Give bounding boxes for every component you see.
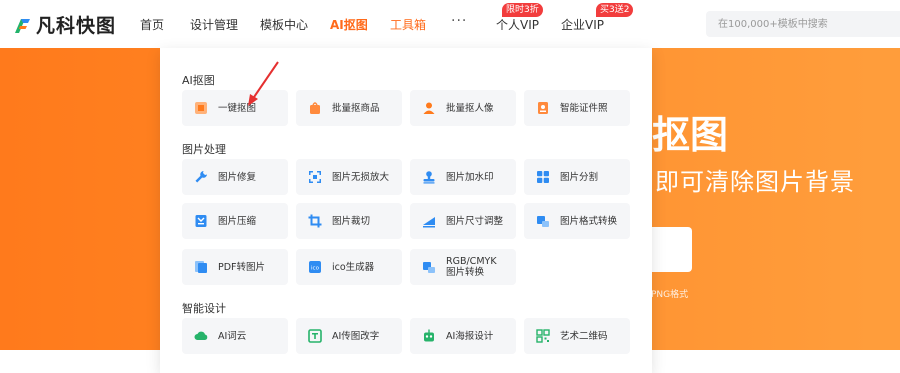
tool-image-compress[interactable]: 图片压缩	[182, 203, 288, 239]
qr-code-icon	[536, 329, 550, 343]
wrench-icon	[194, 170, 208, 184]
nav-personal-vip[interactable]: 个人VIP	[496, 16, 539, 33]
pdf-icon	[194, 260, 208, 274]
stamp-icon	[422, 170, 436, 184]
convert-icon	[536, 214, 550, 228]
tool-label: 图片分割	[560, 171, 599, 183]
tool-art-qr-code[interactable]: 艺术二维码	[524, 318, 630, 354]
top-header: 凡科快图 首页 设计管理 模板中心 AI抠图 工具箱 ··· 个人VIP 限时3…	[0, 0, 900, 48]
tool-batch-portrait-cutout[interactable]: 批量抠人像	[410, 90, 516, 126]
more-icon[interactable]: ···	[451, 13, 467, 29]
person-icon	[422, 101, 436, 115]
tool-label: 艺术二维码	[560, 330, 608, 342]
tool-ai-word-cloud[interactable]: AI词云	[182, 318, 288, 354]
text-edit-icon	[308, 329, 322, 343]
enterprise-vip-badge: 买3送2	[596, 3, 634, 17]
tool-image-repair[interactable]: 图片修复	[182, 159, 288, 195]
tool-label: ico生成器	[332, 261, 375, 273]
tool-rgb-cmyk-convert[interactable]: RGB/CMYK 图片转换	[410, 249, 516, 285]
expand-icon	[308, 170, 322, 184]
resize-icon	[422, 214, 436, 228]
tool-label: 图片尺寸调整	[446, 215, 504, 227]
tool-label: 智能证件照	[560, 102, 608, 114]
shopping-bag-icon	[308, 101, 322, 115]
tool-label: 图片加水印	[446, 171, 494, 183]
tool-label: 图片格式转换	[560, 215, 618, 227]
section-title-smart-design: 智能设计	[182, 302, 226, 315]
tool-smart-id-photo[interactable]: 智能证件照	[524, 90, 630, 126]
tool-label: AI词云	[218, 330, 247, 342]
tool-lossless-upscale[interactable]: 图片无损放大	[296, 159, 402, 195]
nav-toolbox[interactable]: 工具箱	[390, 16, 426, 33]
crop-icon	[308, 214, 322, 228]
nav-enterprise-vip[interactable]: 企业VIP	[561, 16, 604, 33]
compress-icon	[194, 214, 208, 228]
nav-design-manage[interactable]: 设计管理	[190, 16, 238, 33]
tool-label: 图片无损放大	[332, 171, 390, 183]
tool-image-crop[interactable]: 图片裁切	[296, 203, 402, 239]
color-convert-icon	[422, 260, 436, 274]
search-input[interactable]	[706, 11, 900, 37]
grid-icon	[536, 170, 550, 184]
tool-label: 图片裁切	[332, 215, 371, 227]
brand-logo[interactable]: 凡科快图	[12, 11, 116, 38]
tool-label: RGB/CMYK 图片转换	[446, 256, 497, 278]
logo-mark-icon	[12, 14, 34, 36]
tool-ai-poster-design[interactable]: AI海报设计	[410, 318, 516, 354]
upload-button[interactable]	[651, 227, 692, 272]
robot-icon	[422, 329, 436, 343]
tool-label-line1: RGB/CMYK	[446, 256, 497, 267]
tool-format-convert[interactable]: 图片格式转换	[524, 203, 630, 239]
hero-title: 抠图	[652, 113, 729, 157]
tool-image-split[interactable]: 图片分割	[524, 159, 630, 195]
section-title-image-processing: 图片处理	[182, 143, 226, 156]
tool-label-line2: 图片转换	[446, 267, 485, 278]
hero-subtitle: 即可清除图片背景	[655, 168, 855, 196]
tool-label: AI传图改字	[332, 330, 380, 342]
cloud-icon	[194, 329, 208, 343]
cutout-icon	[194, 101, 208, 115]
personal-vip-badge: 限时3折	[502, 3, 543, 17]
svg-text:ico: ico	[311, 266, 320, 272]
tool-label: AI海报设计	[446, 330, 494, 342]
format-note: PNG格式	[651, 290, 689, 300]
tool-label: PDF转图片	[218, 261, 266, 273]
tool-label: 图片修复	[218, 171, 257, 183]
nav-template-center[interactable]: 模板中心	[260, 16, 308, 33]
tool-ai-image-text-edit[interactable]: AI传图改字	[296, 318, 402, 354]
tool-add-watermark[interactable]: 图片加水印	[410, 159, 516, 195]
tool-pdf-to-image[interactable]: PDF转图片	[182, 249, 288, 285]
tool-label: 图片压缩	[218, 215, 257, 227]
ico-icon: ico	[308, 260, 322, 274]
tool-ico-generator[interactable]: ico ico生成器	[296, 249, 402, 285]
tool-label: 批量抠商品	[332, 102, 380, 114]
tool-label: 批量抠人像	[446, 102, 494, 114]
annotation-arrow-icon	[248, 61, 279, 106]
tool-image-resize[interactable]: 图片尺寸调整	[410, 203, 516, 239]
nav-ai-cutout[interactable]: AI抠图	[330, 16, 368, 33]
toolbox-dropdown: AI抠图 一键抠图 批量抠商品 批量抠人像 智能证件照 图片处理 图片修复 图片…	[160, 48, 652, 373]
section-title-ai-cutout: AI抠图	[182, 74, 215, 87]
id-photo-icon	[536, 101, 550, 115]
brand-name: 凡科快图	[36, 15, 117, 37]
nav-home[interactable]: 首页	[140, 16, 164, 33]
tool-batch-product-cutout[interactable]: 批量抠商品	[296, 90, 402, 126]
